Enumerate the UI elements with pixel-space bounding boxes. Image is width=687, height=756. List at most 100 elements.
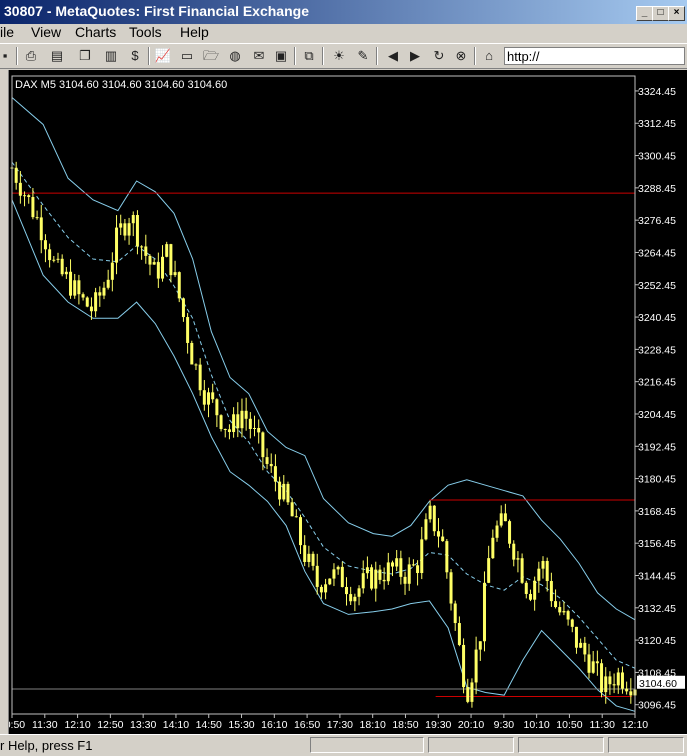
candle-body xyxy=(562,611,566,613)
price-chart[interactable]: 3324.45 3312.45 3300.45 3288.45 3276.45 3264.… xyxy=(0,70,687,734)
x-tick-label: 9:30 xyxy=(494,719,515,731)
candle-body xyxy=(119,223,123,228)
candle-body xyxy=(428,505,432,520)
candle-body xyxy=(449,572,453,604)
candle-body xyxy=(361,573,365,589)
candle-body xyxy=(190,342,194,365)
new-chart-icon[interactable]: ▭ xyxy=(178,47,196,65)
save-icon[interactable]: ▪ xyxy=(0,47,14,65)
y-tick-label: 3156.45 xyxy=(638,538,676,550)
print-preview-icon[interactable]: ▤ xyxy=(48,47,66,65)
candle-body xyxy=(315,565,319,587)
navigator-panel-edge[interactable] xyxy=(0,70,9,734)
candle-body xyxy=(152,262,156,265)
y-tick-label: 3168.45 xyxy=(638,506,676,518)
candle-body xyxy=(386,562,390,582)
candle-body xyxy=(344,586,348,595)
settings-icon[interactable]: ✎ xyxy=(354,47,372,65)
candle-body xyxy=(620,672,624,689)
y-tick-label: 3288.45 xyxy=(638,183,676,195)
candle-body xyxy=(512,543,516,560)
candle-body xyxy=(31,197,35,218)
globe-icon[interactable]: ◍ xyxy=(226,47,244,65)
y-tick-label: 3180.45 xyxy=(638,474,676,486)
candle-body xyxy=(311,553,315,566)
candle-body xyxy=(43,240,47,250)
menu-help[interactable]: Help xyxy=(180,24,209,40)
y-tick-label: 3132.45 xyxy=(638,603,676,615)
candle-body xyxy=(390,562,394,567)
y-tick-label: 3192.45 xyxy=(638,441,676,453)
candle-body xyxy=(169,244,173,276)
toolbar: ▪ ⎙ ▤ ❐ ▥ $ 📈 ▭ 🗁 ◍ ✉ ▣ ⧉ ☀ ✎ ◀ ▶ ↻ ⊗ ⌂ xyxy=(0,43,687,69)
windows-icon[interactable]: ⧉ xyxy=(300,47,318,65)
menu-file[interactable]: ile xyxy=(0,24,14,40)
x-tick-label: 12:10 xyxy=(64,719,90,731)
maximize-button[interactable]: □ xyxy=(652,6,669,21)
dollar-icon[interactable]: $ xyxy=(126,47,144,65)
x-tick-label: 18:50 xyxy=(392,719,418,731)
mail-icon[interactable]: ✉ xyxy=(250,47,268,65)
menu-charts[interactable]: Charts xyxy=(75,24,116,40)
candle-body xyxy=(407,564,411,584)
paste-icon[interactable]: ▥ xyxy=(102,47,120,65)
url-input[interactable] xyxy=(504,47,685,65)
candle-body xyxy=(420,539,424,574)
refresh-icon[interactable]: ↻ xyxy=(430,47,448,65)
candle-body xyxy=(207,392,211,405)
y-tick-label: 3216.45 xyxy=(638,377,676,389)
candle-body xyxy=(257,427,261,433)
close-button[interactable]: × xyxy=(668,6,685,21)
candle-body xyxy=(604,676,608,693)
candle-body xyxy=(336,566,340,570)
candle-body xyxy=(173,272,177,276)
y-tick-label: 3300.45 xyxy=(638,151,676,163)
x-tick-label: 18:10 xyxy=(360,719,386,731)
candle-body xyxy=(416,565,420,574)
print-icon[interactable]: ⎙ xyxy=(22,47,40,65)
candle-body xyxy=(328,578,332,585)
status-text: r Help, press F1 xyxy=(0,738,93,753)
candle-body xyxy=(64,271,68,275)
candle-body xyxy=(60,258,64,275)
back-icon[interactable]: ◀ xyxy=(384,47,402,65)
status-panel xyxy=(310,737,424,753)
candle-body xyxy=(554,601,558,608)
candle-body xyxy=(186,317,190,343)
stop-icon[interactable]: ⊗ xyxy=(452,47,470,65)
minimize-button[interactable]: _ xyxy=(636,6,653,21)
copy-icon[interactable]: ❐ xyxy=(76,47,94,65)
candle-body xyxy=(545,560,549,582)
x-tick-label: 15:30 xyxy=(228,719,254,731)
forward-icon[interactable]: ▶ xyxy=(406,47,424,65)
menu-bar: ile View Charts Tools Help xyxy=(0,24,687,43)
y-tick-label: 3264.45 xyxy=(638,247,676,259)
y-tick-label: 3096.45 xyxy=(638,700,676,712)
folder-icon[interactable]: 🗁 xyxy=(202,47,220,65)
candle-body xyxy=(436,531,440,537)
y-tick-label: 3276.45 xyxy=(638,215,676,227)
menu-tools[interactable]: Tools xyxy=(129,24,162,40)
candle-body xyxy=(223,428,227,430)
menu-view[interactable]: View xyxy=(31,24,61,40)
candle-body xyxy=(574,626,578,648)
status-panel xyxy=(608,737,684,753)
candle-body xyxy=(462,644,466,688)
candle-body xyxy=(395,558,399,567)
news-icon[interactable]: ▣ xyxy=(272,47,290,65)
chart-window[interactable]: 3324.45 3312.45 3300.45 3288.45 3276.45 3264.… xyxy=(0,70,687,734)
y-tick-label: 3144.45 xyxy=(638,570,676,582)
candle-body xyxy=(131,215,135,224)
candle-body xyxy=(324,584,328,593)
candle-body xyxy=(340,566,344,587)
candle-body xyxy=(432,505,436,532)
sun-icon[interactable]: ☀ xyxy=(330,47,348,65)
candle-body xyxy=(73,280,77,296)
chart-icon[interactable]: 📈 xyxy=(154,47,172,65)
candle-body xyxy=(14,167,18,183)
candle-body xyxy=(181,298,185,318)
candle-body xyxy=(94,292,98,312)
candle-body xyxy=(303,545,307,562)
home-icon[interactable]: ⌂ xyxy=(480,47,498,65)
candle-body xyxy=(616,672,620,686)
